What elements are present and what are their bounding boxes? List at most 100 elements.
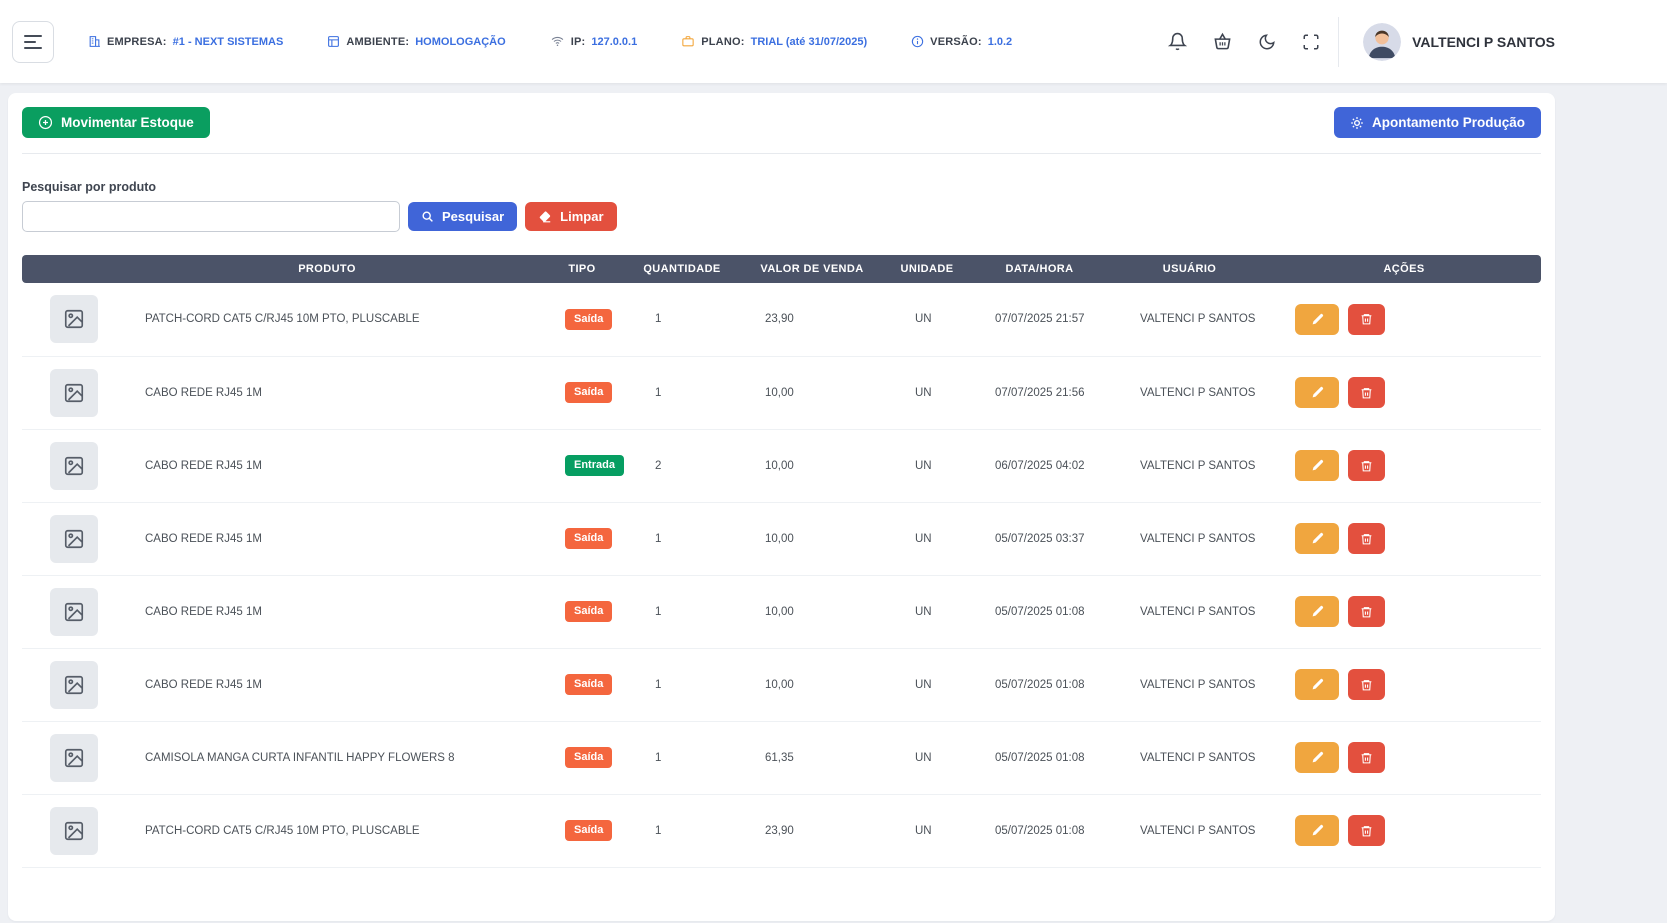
column-header-produto: PRODUTO [117, 255, 537, 283]
product-image-placeholder [50, 661, 98, 709]
edit-button[interactable] [1295, 304, 1339, 335]
plan-info: PLANO: TRIAL (até 31/07/2025) [681, 35, 867, 48]
delete-button[interactable] [1348, 815, 1385, 846]
quantity-cell: 1 [627, 502, 737, 575]
row-actions [1295, 523, 1541, 554]
user-cell: VALTENCI P SANTOS [1112, 721, 1267, 794]
ip-info: IP: 127.0.0.1 [550, 35, 638, 48]
delete-button[interactable] [1348, 669, 1385, 700]
notifications-button[interactable] [1166, 30, 1189, 53]
edit-button[interactable] [1295, 450, 1339, 481]
trash-icon [1360, 312, 1373, 326]
type-badge: Saída [565, 309, 612, 330]
production-entry-button[interactable]: Apontamento Produção [1334, 107, 1541, 138]
company-label: EMPRESA: [107, 36, 167, 48]
actions-cell [1267, 356, 1541, 429]
row-actions [1295, 742, 1541, 773]
basket-button[interactable] [1211, 30, 1234, 53]
datetime-cell: 05/07/2025 01:08 [967, 794, 1112, 867]
top-bar-actions [1166, 30, 1322, 53]
type-cell: Saída [537, 356, 627, 429]
product-image-cell [22, 794, 117, 867]
type-cell: Saída [537, 283, 627, 356]
top-bar: EMPRESA: #1 - NEXT SISTEMAS AMBIENTE: HO… [0, 0, 1667, 83]
type-cell: Saída [537, 575, 627, 648]
table-row: CABO REDE RJ45 1M Entrada 2 10,00 UN 06/… [22, 429, 1541, 502]
environment-value: HOMOLOGAÇÃO [415, 36, 505, 48]
plan-briefcase-icon [681, 35, 695, 48]
sale-value-cell: 10,00 [737, 502, 887, 575]
type-badge: Saída [565, 674, 612, 695]
unit-cell: UN [887, 575, 967, 648]
product-name-cell: CABO REDE RJ45 1M [117, 429, 537, 502]
pencil-icon [1311, 605, 1324, 618]
unit-cell: UN [887, 721, 967, 794]
type-cell: Entrada [537, 429, 627, 502]
edit-button[interactable] [1295, 596, 1339, 627]
pencil-icon [1311, 459, 1324, 472]
stock-table: PRODUTO TIPO QUANTIDADE VALOR DE VENDA U… [22, 255, 1541, 868]
menu-icon [24, 41, 36, 43]
delete-button[interactable] [1348, 523, 1385, 554]
image-placeholder-icon [63, 674, 85, 696]
actions-cell [1267, 429, 1541, 502]
avatar [1363, 23, 1401, 61]
pencil-icon [1311, 751, 1324, 764]
column-header-acoes: AÇÕES [1267, 255, 1541, 283]
delete-button[interactable] [1348, 742, 1385, 773]
clear-button[interactable]: Limpar [525, 202, 616, 231]
product-image-placeholder [50, 807, 98, 855]
search-button[interactable]: Pesquisar [408, 202, 517, 231]
version-value: 1.0.2 [988, 36, 1012, 48]
edit-button[interactable] [1295, 523, 1339, 554]
edit-button[interactable] [1295, 377, 1339, 408]
edit-button[interactable] [1295, 815, 1339, 846]
edit-button[interactable] [1295, 742, 1339, 773]
sale-value-cell: 61,35 [737, 721, 887, 794]
actions-cell [1267, 502, 1541, 575]
delete-button[interactable] [1348, 596, 1385, 627]
fullscreen-button[interactable] [1300, 31, 1322, 53]
delete-button[interactable] [1348, 377, 1385, 408]
type-badge: Saída [565, 528, 612, 549]
menu-icon [24, 35, 42, 37]
datetime-cell: 06/07/2025 04:02 [967, 429, 1112, 502]
user-menu[interactable]: VALTENCI P SANTOS [1338, 17, 1555, 67]
delete-button[interactable] [1348, 304, 1385, 335]
pencil-icon [1311, 678, 1324, 691]
column-header-valor: VALOR DE VENDA [737, 255, 887, 283]
unit-cell: UN [887, 794, 967, 867]
toolbar-divider [22, 153, 1541, 154]
pencil-icon [1311, 386, 1324, 399]
unit-cell: UN [887, 648, 967, 721]
actions-cell [1267, 648, 1541, 721]
type-badge: Entrada [565, 455, 624, 476]
fullscreen-icon [1302, 33, 1320, 51]
edit-button[interactable] [1295, 669, 1339, 700]
product-search-input[interactable] [22, 201, 400, 232]
product-image-placeholder [50, 734, 98, 782]
sidebar-toggle-button[interactable] [12, 21, 54, 63]
move-stock-button[interactable]: Movimentar Estoque [22, 107, 210, 138]
search-button-label: Pesquisar [442, 209, 504, 224]
product-image-placeholder [50, 588, 98, 636]
delete-button[interactable] [1348, 450, 1385, 481]
sale-value-cell: 10,00 [737, 356, 887, 429]
company-value: #1 - NEXT SISTEMAS [173, 36, 284, 48]
unit-cell: UN [887, 356, 967, 429]
user-cell: VALTENCI P SANTOS [1112, 575, 1267, 648]
datetime-cell: 05/07/2025 01:08 [967, 648, 1112, 721]
sale-value-cell: 10,00 [737, 429, 887, 502]
product-name-cell: CABO REDE RJ45 1M [117, 648, 537, 721]
row-actions [1295, 304, 1541, 335]
building-icon [88, 35, 101, 48]
pencil-icon [1311, 824, 1324, 837]
type-badge: Saída [565, 820, 612, 841]
main-content: Movimentar Estoque Apontamento Produção … [0, 83, 1667, 921]
quantity-cell: 1 [627, 721, 737, 794]
image-placeholder-icon [63, 382, 85, 404]
dark-mode-button[interactable] [1256, 31, 1278, 53]
image-placeholder-icon [63, 455, 85, 477]
product-image-placeholder [50, 369, 98, 417]
column-header-tipo: TIPO [537, 255, 627, 283]
